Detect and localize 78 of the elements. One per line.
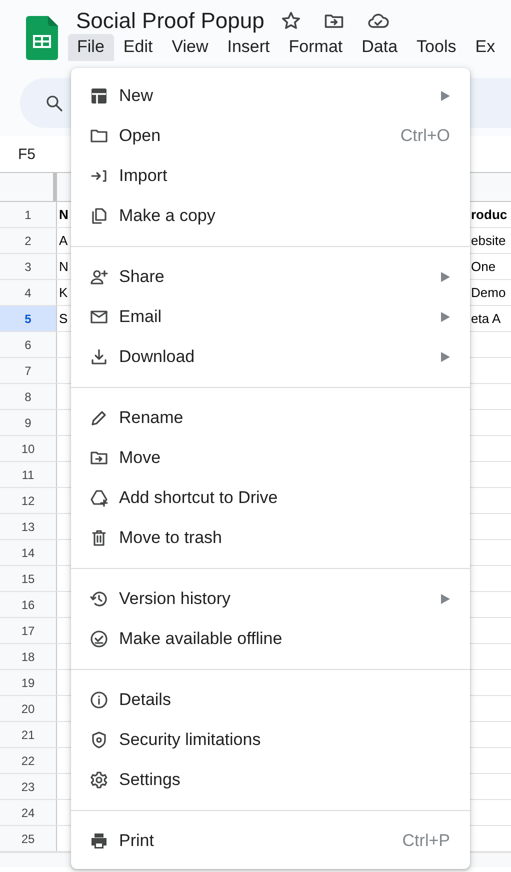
menu-item[interactable]: File [68, 34, 114, 61]
menu-item[interactable]: Print Ctrl+P [71, 821, 470, 861]
row-number[interactable]: 13 [21, 520, 35, 534]
name-box[interactable]: F5 [18, 146, 36, 162]
document-title[interactable]: Social Proof Popup [76, 8, 264, 34]
menu-item[interactable]: Move to trash [71, 518, 470, 558]
copy-icon [89, 206, 109, 226]
star-icon[interactable] [280, 10, 302, 32]
cell-text: N [59, 259, 68, 274]
menu-item[interactable]: Import [71, 156, 470, 196]
shortcut-text: Ctrl+O [400, 126, 450, 146]
menu-item[interactable]: Ex [466, 34, 506, 61]
menu-item[interactable]: View [162, 34, 218, 61]
cell-text: ebsite [471, 233, 506, 248]
row-number[interactable]: 25 [21, 832, 35, 846]
menu-item[interactable]: Make available offline [71, 619, 470, 659]
row-number[interactable]: 9 [24, 416, 32, 430]
menu-item[interactable]: Move [71, 438, 470, 478]
new-document-icon [89, 86, 109, 106]
menu-item[interactable]: Email [71, 297, 470, 337]
drive-add-icon [89, 488, 109, 508]
row-number[interactable]: 24 [21, 806, 35, 820]
cell-text: eta A [471, 311, 501, 326]
menu-item[interactable]: Format [280, 34, 353, 61]
cell-text: roduc [471, 207, 508, 222]
row-number[interactable]: 5 [24, 312, 32, 326]
row-number[interactable]: 12 [21, 494, 35, 508]
cell-text: N [59, 207, 68, 222]
shield-icon [89, 730, 109, 750]
row-number[interactable]: 21 [21, 728, 35, 742]
cell-text: A [59, 233, 68, 248]
menu-item[interactable]: Download [71, 337, 470, 377]
menu-item[interactable]: Add shortcut to Drive [71, 478, 470, 518]
row-number[interactable]: 20 [21, 702, 35, 716]
cell-text: Demo [471, 285, 506, 300]
cell-text: One [471, 259, 496, 274]
shortcut-text: Ctrl+P [402, 831, 450, 851]
menu-item[interactable]: Details [71, 680, 470, 720]
menu-item[interactable]: Version history [71, 579, 470, 619]
settings-icon [89, 770, 109, 790]
check-circle-icon [89, 629, 109, 649]
person-add-icon [89, 267, 109, 287]
menu-item[interactable]: Make a copy [71, 196, 470, 236]
search-icon[interactable] [44, 93, 64, 113]
row-number[interactable]: 4 [24, 286, 32, 300]
row-number[interactable]: 10 [21, 442, 35, 456]
row-number[interactable]: 7 [24, 364, 32, 378]
row-number[interactable]: 8 [24, 390, 32, 404]
info-icon [89, 690, 109, 710]
row-number[interactable]: 11 [22, 468, 34, 482]
row-number[interactable]: 6 [24, 338, 32, 352]
row-number[interactable]: 23 [21, 780, 35, 794]
row-number[interactable]: 22 [21, 754, 35, 768]
sheets-logo[interactable] [26, 16, 58, 60]
row-number[interactable]: 19 [21, 676, 35, 690]
menu-item[interactable]: Data [352, 34, 408, 61]
cell-text: K [59, 285, 68, 300]
printer-icon [89, 831, 109, 851]
cell-text: S [59, 311, 68, 326]
menu-item[interactable]: Edit [114, 34, 163, 61]
row-number[interactable]: 16 [21, 598, 35, 612]
history-icon [89, 589, 109, 609]
menu-item[interactable]: Insert [218, 34, 280, 61]
row-number[interactable]: 3 [24, 260, 32, 274]
menu-item[interactable]: New [71, 76, 470, 116]
row-number[interactable]: 2 [24, 234, 32, 248]
row-number[interactable]: 1 [24, 208, 32, 222]
row-number[interactable]: 14 [21, 546, 35, 560]
row-number[interactable]: 17 [21, 624, 35, 638]
download-icon [89, 347, 109, 367]
row-number[interactable]: 15 [21, 572, 35, 586]
menu-item[interactable]: Share [71, 257, 470, 297]
menu-item[interactable]: Settings [71, 760, 470, 800]
menu-item[interactable]: Security limitations [71, 720, 470, 760]
menu-item[interactable]: Open Ctrl+O [71, 116, 470, 156]
row-number[interactable]: 18 [21, 650, 35, 664]
menu-item[interactable]: Rename [71, 398, 470, 438]
menu-item[interactable]: Tools [408, 34, 466, 61]
